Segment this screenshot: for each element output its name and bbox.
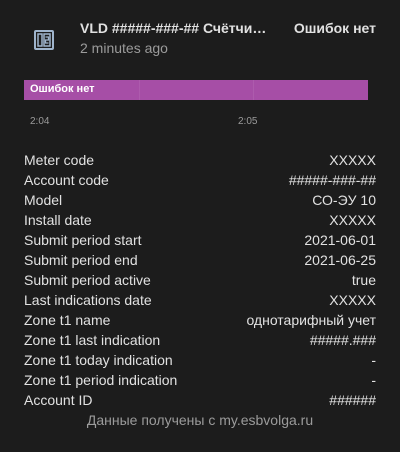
- attribute-row: Account code #####-###-##: [24, 170, 376, 190]
- attribution-text: Данные получены с my.esbvolga.ru: [86, 412, 314, 428]
- timeline-axis: 2:04 2:05: [0, 116, 400, 132]
- meter-icon: [34, 30, 54, 50]
- attribute-value: XXXXX: [329, 152, 376, 168]
- attribute-row: Submit period start 2021-06-01: [24, 230, 376, 250]
- attribute-key: Last indications date: [24, 292, 152, 308]
- attribute-value: 2021-06-01: [304, 232, 376, 248]
- attribute-row: Zone t1 period indication -: [24, 370, 376, 390]
- timeline-tick: 2:04: [30, 116, 50, 127]
- timeline-bar-label: Ошибок нет: [30, 83, 95, 95]
- attribute-value: -: [371, 352, 376, 368]
- attribute-key: Account code: [24, 172, 109, 188]
- attribute-value: 2021-06-25: [304, 252, 376, 268]
- attribute-key: Submit period start: [24, 232, 142, 248]
- attribute-value: #####.###: [309, 332, 376, 348]
- attribute-key: Submit period end: [24, 252, 138, 268]
- entity-header[interactable]: VLD #####-###-## Счётчи… 2 minutes ago О…: [0, 0, 400, 70]
- attribute-row: Install date XXXXX: [24, 210, 376, 230]
- attribute-row: Model СО-ЭУ 10: [24, 190, 376, 210]
- attribute-row: Zone t1 today indication -: [24, 350, 376, 370]
- attribute-value: #####-###-##: [288, 172, 376, 188]
- attribute-row: Zone t1 name однотарифный учет: [24, 310, 376, 330]
- entity-title: VLD #####-###-## Счётчи…: [80, 20, 267, 36]
- attribute-row: Submit period end 2021-06-25: [24, 250, 376, 270]
- attribute-row: Account ID ######: [24, 390, 376, 410]
- attribute-key: Submit period active: [24, 272, 151, 288]
- history-timeline[interactable]: Ошибок нет: [24, 80, 368, 100]
- attribute-row: Submit period active true: [24, 270, 376, 290]
- attribute-key: Model: [24, 192, 63, 208]
- attribute-row: Meter code XXXXX: [24, 150, 376, 170]
- attribute-key: Zone t1 today indication: [24, 352, 173, 368]
- attribute-key: Zone t1 period indication: [24, 372, 178, 388]
- timeline-bar[interactable]: Ошибок нет: [24, 80, 368, 100]
- attribute-key: Account ID: [24, 392, 93, 408]
- last-changed: 2 minutes ago: [80, 40, 168, 56]
- attribute-key: Zone t1 name: [24, 312, 111, 328]
- attribute-value: true: [351, 272, 376, 288]
- entity-more-info-card: VLD #####-###-## Счётчи… 2 minutes ago О…: [0, 0, 400, 452]
- attribute-row: Last indications date XXXXX: [24, 290, 376, 310]
- attributes-list: Meter code XXXXX Account code #####-###-##…: [24, 150, 376, 410]
- timeline-gridline: [253, 80, 254, 100]
- attribute-key: Zone t1 last indication: [24, 332, 161, 348]
- entity-state: Ошибок нет: [293, 20, 376, 36]
- attribute-key: Meter code: [24, 152, 95, 168]
- attribute-value: СО-ЭУ 10: [312, 192, 376, 208]
- attribute-row: Zone t1 last indication #####.###: [24, 330, 376, 350]
- timeline-gridline: [139, 80, 140, 100]
- attribute-value: -: [371, 372, 376, 388]
- attribute-value: XXXXX: [329, 292, 376, 308]
- attribute-value: XXXXX: [329, 212, 376, 228]
- timeline-tick: 2:05: [238, 116, 258, 127]
- attribute-key: Install date: [24, 212, 92, 228]
- attribute-value: ######: [329, 392, 376, 408]
- attribute-value: однотарифный учет: [246, 312, 376, 328]
